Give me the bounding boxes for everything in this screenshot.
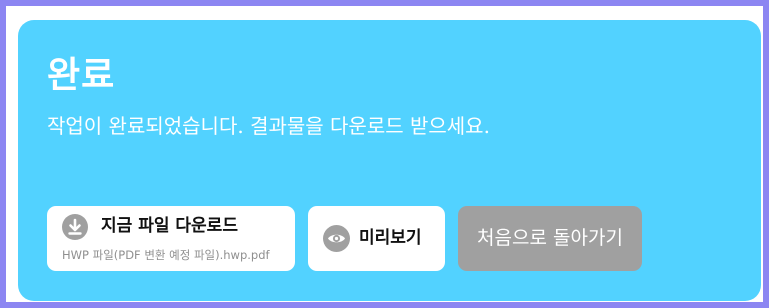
eye-icon [323, 225, 350, 252]
window-frame: 완료 작업이 완료되었습니다. 결과물을 다운로드 받으세요. 지금 파일 다운… [0, 0, 769, 308]
preview-button-label: 미리보기 [359, 228, 422, 248]
preview-button[interactable]: 미리보기 [308, 206, 445, 271]
completion-message: 작업이 완료되었습니다. 결과물을 다운로드 받으세요. [47, 114, 490, 138]
download-button-label: 지금 파일 다운로드 [101, 216, 238, 236]
page-title: 완료 [47, 55, 116, 96]
completion-card: 완료 작업이 완료되었습니다. 결과물을 다운로드 받으세요. 지금 파일 다운… [18, 20, 761, 301]
back-to-start-button[interactable]: 처음으로 돌아가기 [458, 206, 642, 271]
back-to-start-label: 처음으로 돌아가기 [477, 227, 623, 249]
download-icon [62, 214, 88, 240]
download-filename: HWP 파일(PDF 변환 예정 파일).hwp.pdf [62, 248, 270, 262]
download-file-button[interactable]: 지금 파일 다운로드 HWP 파일(PDF 변환 예정 파일).hwp.pdf [47, 206, 295, 271]
